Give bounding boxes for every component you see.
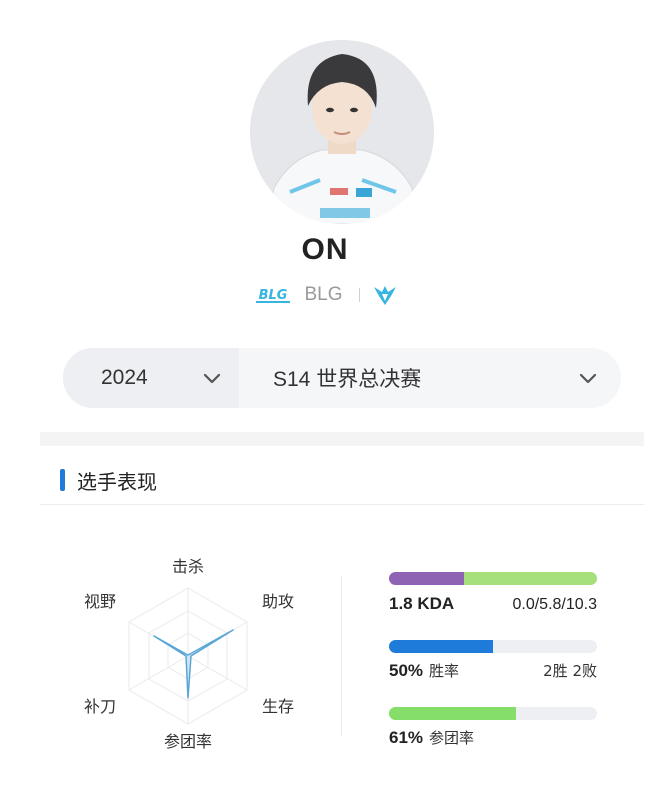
kda-bar [389,572,597,585]
performance-radar: 击杀 助攻 生存 参团率 补刀 视野 [84,557,294,751]
winrate-bar [389,640,597,653]
blg-logo-icon: BLG [256,288,291,303]
kda-detail: 0.0/5.8/10.3 [512,596,597,613]
winrate-value: 50% [389,661,424,680]
teamfight-row: 61% 参团率 [389,727,597,748]
radar-label-assists: 助攻 [262,592,294,611]
stats-divider [341,576,342,736]
year-select-value: 2024 [101,366,148,389]
section-header: 选手表现 [60,466,157,494]
chevron-down-icon [579,373,597,384]
radar-shape [153,629,234,699]
kda-row: 1.8 KDA 0.0/5.8/10.3 [389,594,597,614]
year-select[interactable]: 2024 [63,348,239,408]
radar-label-kills: 击杀 [172,557,204,576]
jungle-role-icon [373,286,396,305]
filter-bar: 2024 S14 世界总决赛 [63,348,621,408]
teamfight-value: 61% [389,728,424,747]
section-separator [40,432,644,446]
player-photo [250,40,434,224]
winrate-bar-fill [389,640,493,653]
kda-bar-purple [389,572,464,585]
chevron-down-icon [203,373,221,384]
radar-label-vision: 视野 [84,592,116,611]
section-accent-bar [60,469,65,491]
kda-bar-green [464,572,597,585]
team-divider [358,288,360,302]
winrate-row: 50% 胜率 2胜 2败 [389,660,597,681]
team-abbreviation: BLG [304,284,343,305]
teamfight-bar-fill [389,707,516,720]
team-info: BLG BLG [0,284,650,306]
section-divider [40,504,644,505]
event-select[interactable]: S14 世界总决赛 [239,348,621,408]
svg-text:BLG: BLG [259,288,288,303]
event-select-value: S14 世界总决赛 [273,368,422,391]
teamfight-label: 参团率 [429,729,475,747]
radar-label-cs: 补刀 [84,697,116,716]
winrate-record: 2胜 2败 [543,662,597,680]
winrate-label: 胜率 [429,662,460,680]
player-avatar [250,40,434,224]
section-title: 选手表现 [77,469,157,494]
radar-label-teamfight: 参团率 [164,732,212,751]
player-name: ON [301,233,349,266]
teamfight-bar [389,707,597,720]
radar-label-survival: 生存 [262,697,294,716]
kda-value: 1.8 KDA [389,594,455,613]
